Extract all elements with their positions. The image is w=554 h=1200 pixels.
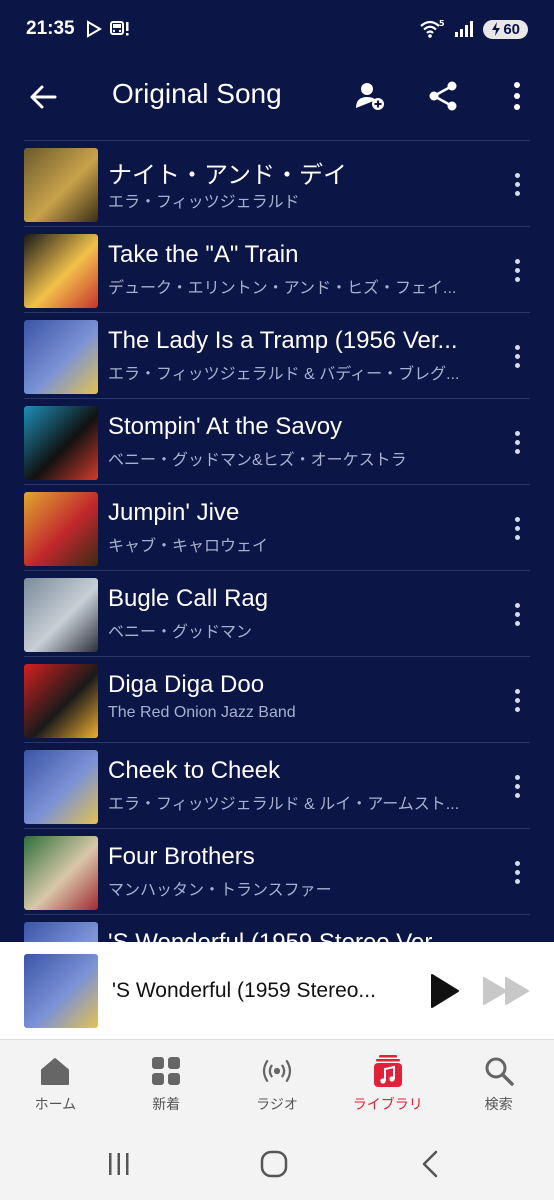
song-artist: キャブ・キャロウェイ xyxy=(108,538,269,555)
status-bar: 21:35 5 60 xyxy=(0,0,554,58)
tab-label: 検索 xyxy=(484,1096,513,1112)
tab-search[interactable]: 検索 xyxy=(443,1040,554,1128)
song-title: Diga Diga Doo xyxy=(108,671,265,698)
song-title: Jumpin' Jive xyxy=(108,499,240,526)
song-row[interactable]: Stompin' At the Savoy ベニー・グッドマン&ヒズ・オーケスト… xyxy=(24,398,530,484)
signal-icon xyxy=(455,21,474,37)
album-art xyxy=(24,234,98,308)
play-button[interactable] xyxy=(428,972,462,1010)
album-art xyxy=(24,320,98,394)
system-nav-bar xyxy=(0,1128,554,1200)
add-person-icon xyxy=(356,83,384,110)
song-title: The Lady Is a Tramp (1956 Ver... xyxy=(108,327,458,354)
song-row[interactable]: Bugle Call Rag ベニー・グッドマン xyxy=(24,570,530,656)
back-arrow-icon xyxy=(30,85,57,109)
share-button[interactable] xyxy=(425,78,461,114)
song-more-button[interactable] xyxy=(504,341,530,371)
song-more-button[interactable] xyxy=(504,427,530,457)
song-artist: ベニー・グッドマン&ヒズ・オーケストラ xyxy=(108,452,407,469)
play-icon xyxy=(431,974,459,1008)
mini-player[interactable]: 'S Wonderful (1959 Stereo... xyxy=(0,942,554,1040)
song-row[interactable]: 'S Wonderful (1959 Stereo Ver... xyxy=(24,914,530,942)
song-row[interactable]: Four Brothers マンハッタン・トランスファー xyxy=(24,828,530,914)
song-artist: エラ・フィッツジェラルド xyxy=(108,194,300,211)
recent-apps-icon xyxy=(109,1153,129,1175)
album-art xyxy=(24,578,98,652)
song-title: 'S Wonderful (1959 Stereo Ver... xyxy=(108,929,498,942)
back-button[interactable] xyxy=(26,80,60,114)
wifi-icon: 5 xyxy=(420,19,445,38)
album-art xyxy=(24,750,98,824)
tab-label: 新着 xyxy=(152,1096,181,1112)
song-list[interactable]: ナイト・アンド・デイ エラ・フィッツジェラルド Take the "A" Tra… xyxy=(0,140,554,942)
app-header: Original Song xyxy=(0,58,554,138)
song-title: Stompin' At the Savoy xyxy=(108,413,343,440)
song-more-button[interactable] xyxy=(504,169,530,199)
song-row[interactable]: The Lady Is a Tramp (1956 Ver... エラ・フィッツ… xyxy=(24,312,530,398)
song-more-button[interactable] xyxy=(504,685,530,715)
tab-radio[interactable]: ラジオ xyxy=(222,1040,333,1128)
song-artist: マンハッタン・トランスファー xyxy=(108,882,332,899)
song-artist: The Red Onion Jazz Band xyxy=(108,704,296,721)
song-row[interactable]: Cheek to Cheek エラ・フィッツジェラルド & ルイ・アームスト..… xyxy=(24,742,530,828)
now-playing-art xyxy=(24,954,98,1028)
album-art xyxy=(24,836,98,910)
home-nav-button[interactable] xyxy=(254,1148,294,1180)
library-icon xyxy=(373,1055,402,1087)
svg-text:5: 5 xyxy=(439,19,445,28)
song-more-button[interactable] xyxy=(504,771,530,801)
more-vertical-icon xyxy=(514,82,520,110)
back-chevron-icon xyxy=(422,1150,438,1178)
song-more-button[interactable] xyxy=(504,255,530,285)
back-nav-button[interactable] xyxy=(410,1148,450,1180)
song-row[interactable]: Take the "A" Train デューク・エリントン・アンド・ヒズ・フェイ… xyxy=(24,226,530,312)
play-store-icon xyxy=(86,20,102,38)
status-time: 21:35 xyxy=(26,18,75,39)
page-title: Original Song xyxy=(112,78,282,109)
tab-home[interactable]: ホーム xyxy=(0,1040,111,1128)
home-icon xyxy=(41,1058,70,1085)
home-circle-icon xyxy=(260,1150,288,1178)
song-artist: エラ・フィッツジェラルド & バディー・ブレグ... xyxy=(108,366,460,383)
tab-label: ラジオ xyxy=(256,1096,298,1112)
fast-forward-icon xyxy=(483,977,529,1005)
song-title: ナイト・アンド・デイ xyxy=(108,162,348,189)
song-row[interactable]: Diga Diga Doo The Red Onion Jazz Band xyxy=(24,656,530,742)
search-icon xyxy=(485,1057,514,1086)
tab-bar: ホーム 新着 ラジオ ライブラリ 検索 xyxy=(0,1040,554,1128)
song-title: Four Brothers xyxy=(108,843,255,870)
song-row[interactable]: ナイト・アンド・デイ エラ・フィッツジェラルド xyxy=(24,140,530,226)
share-icon xyxy=(429,81,457,111)
tab-new[interactable]: 新着 xyxy=(111,1040,222,1128)
album-art xyxy=(24,664,98,738)
song-more-button[interactable] xyxy=(504,857,530,887)
album-art xyxy=(24,406,98,480)
tab-label: ライブラリ xyxy=(352,1096,423,1112)
song-artist: エラ・フィッツジェラルド & ルイ・アームスト... xyxy=(108,796,460,813)
charging-icon xyxy=(492,22,501,36)
battery-level: 60 xyxy=(503,20,520,38)
tab-label: ホーム xyxy=(34,1096,77,1112)
album-art xyxy=(24,148,98,222)
more-options-button[interactable] xyxy=(499,78,535,114)
album-art xyxy=(24,922,98,942)
song-row[interactable]: Jumpin' Jive キャブ・キャロウェイ xyxy=(24,484,530,570)
train-icon xyxy=(109,21,129,36)
battery-indicator: 60 xyxy=(483,19,528,39)
song-title: Bugle Call Rag xyxy=(108,585,269,612)
song-more-button[interactable] xyxy=(504,599,530,629)
song-title: Take the "A" Train xyxy=(108,241,299,268)
song-artist: デューク・エリントン・アンド・ヒズ・フェイ... xyxy=(108,280,457,297)
next-track-button[interactable] xyxy=(482,974,530,1008)
add-collaborator-button[interactable] xyxy=(352,78,388,114)
radio-icon xyxy=(262,1060,292,1082)
song-title: Cheek to Cheek xyxy=(108,757,281,784)
album-art xyxy=(24,492,98,566)
grid-icon xyxy=(152,1057,181,1085)
tab-library[interactable]: ライブラリ xyxy=(332,1040,443,1128)
song-artist: ベニー・グッドマン xyxy=(108,624,253,641)
song-more-button[interactable] xyxy=(504,513,530,543)
now-playing-title: 'S Wonderful (1959 Stereo... xyxy=(112,979,376,1002)
recent-apps-button[interactable] xyxy=(99,1148,139,1180)
